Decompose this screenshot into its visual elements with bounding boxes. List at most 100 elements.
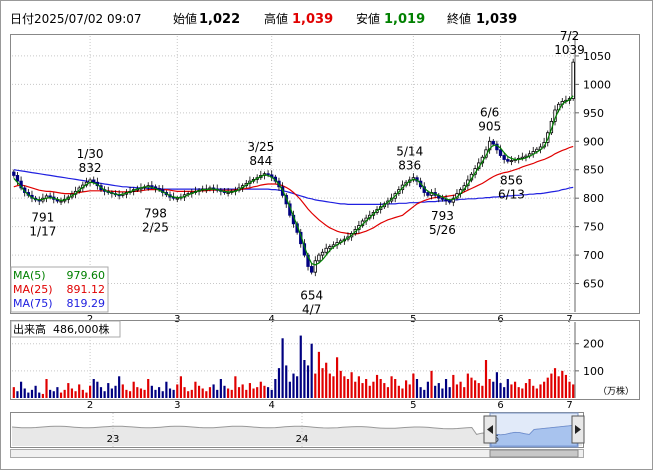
volume-bar-up bbox=[176, 384, 179, 398]
volume-bar-up bbox=[390, 376, 393, 398]
volume-bar-up bbox=[470, 377, 473, 398]
volume-bar-up bbox=[561, 370, 564, 398]
volume-x-tick-label: 2 bbox=[87, 400, 93, 411]
annotation-date: 5/14 bbox=[396, 145, 423, 159]
volume-bar-up bbox=[408, 384, 411, 398]
candle-down bbox=[15, 175, 20, 182]
candle-up bbox=[320, 251, 325, 256]
ma5-value: 979.60 bbox=[67, 269, 106, 282]
volume-y-tick-label: 200 bbox=[583, 338, 604, 351]
volume-bar-up bbox=[328, 373, 331, 398]
volume-bar-up bbox=[63, 389, 66, 398]
volume-bar-down bbox=[274, 379, 277, 398]
volume-bar-up bbox=[237, 387, 241, 398]
volume-bar-up bbox=[365, 379, 368, 398]
volume-bar-up bbox=[132, 381, 135, 398]
volume-bar-down bbox=[212, 384, 215, 398]
candle-down bbox=[48, 195, 52, 198]
header-close-label: 終値 bbox=[447, 11, 471, 26]
volume-bar-up bbox=[121, 384, 124, 398]
annotation-value: 836 bbox=[398, 159, 421, 173]
price-y-tick-label: 850 bbox=[583, 164, 604, 177]
price-x-tick-label: 6 bbox=[497, 314, 503, 325]
volume-bar-up bbox=[564, 374, 568, 398]
volume-x-tick-label: 5 bbox=[410, 400, 416, 411]
volume-bar-down bbox=[277, 368, 281, 398]
price-x-tick-label: 5 bbox=[410, 314, 416, 325]
volume-bar-up bbox=[201, 388, 204, 398]
volume-bar-up bbox=[321, 368, 324, 398]
volume-bar-up bbox=[245, 389, 248, 398]
volume-bar-down bbox=[434, 385, 437, 398]
volume-bar-down bbox=[216, 389, 219, 398]
chart-svg: 日付 2025/07/02 09:07 始値 1,022 高値 1,039 安値… bbox=[0, 0, 653, 470]
volume-bar-down bbox=[23, 388, 26, 398]
header-high-label: 高値 bbox=[264, 11, 288, 26]
volume-bar-up bbox=[550, 373, 553, 398]
navigator-scrollbar[interactable] bbox=[10, 449, 584, 458]
candle-down bbox=[12, 171, 16, 176]
volume-bar-up bbox=[125, 389, 128, 398]
volume-bar-up bbox=[368, 385, 371, 398]
volume-bar-down bbox=[19, 381, 23, 398]
volume-bar-up bbox=[463, 387, 466, 398]
candle-down bbox=[448, 200, 452, 203]
volume-bar-up bbox=[484, 360, 488, 398]
price-y-tick-label: 1000 bbox=[583, 78, 611, 91]
volume-bar-up bbox=[354, 381, 357, 398]
ma75-value: 819.29 bbox=[67, 297, 106, 310]
volume-bar-down bbox=[281, 338, 284, 398]
volume-bar-up bbox=[205, 391, 208, 398]
volume-bar-up bbox=[346, 379, 350, 398]
volume-bar-up bbox=[263, 385, 266, 398]
volume-bar-up bbox=[325, 362, 328, 398]
header-date-label: 日付 bbox=[10, 12, 34, 26]
header-open-label: 始値 bbox=[173, 11, 197, 26]
volume-bar-up bbox=[85, 392, 88, 398]
stock-chart-widget: 日付 2025/07/02 09:07 始値 1,022 高値 1,039 安値… bbox=[0, 0, 653, 470]
volume-bar-up bbox=[455, 384, 459, 398]
candle-up bbox=[313, 260, 317, 273]
volume-bar-up bbox=[350, 372, 353, 398]
volume-bar-down bbox=[27, 392, 30, 398]
volume-bar-down bbox=[495, 372, 498, 398]
navigator-left-handle[interactable] bbox=[483, 415, 497, 444]
annotation-value: 844 bbox=[249, 154, 272, 168]
navigator-selection[interactable] bbox=[489, 412, 579, 448]
price-x-tick-label: 3 bbox=[174, 314, 180, 325]
volume-bar-down bbox=[30, 389, 34, 398]
candle-up bbox=[324, 247, 328, 253]
volume-x-tick-label: 6 bbox=[497, 400, 503, 411]
volume-bar-down bbox=[38, 392, 41, 398]
volume-bar-up bbox=[67, 383, 70, 398]
volume-y-tick-label: 100 bbox=[583, 365, 604, 378]
volume-bar-down bbox=[444, 379, 448, 398]
volume-bar-down bbox=[299, 335, 302, 398]
annotation-date: 7/2 bbox=[560, 29, 579, 43]
volume-bar-down bbox=[266, 387, 270, 398]
candle-down bbox=[491, 140, 495, 145]
volume-bar-up bbox=[521, 388, 524, 398]
price-x-tick-label: 4 bbox=[269, 314, 275, 325]
candle-up bbox=[317, 254, 321, 262]
annotation-value: 905 bbox=[478, 119, 501, 133]
candle-down bbox=[426, 192, 430, 196]
annotation-value: 791 bbox=[31, 210, 54, 224]
annotation-value: 832 bbox=[79, 161, 102, 175]
volume-bar-up bbox=[234, 376, 237, 398]
candle-down bbox=[309, 266, 314, 273]
header-low-value: 1,019 bbox=[384, 12, 425, 27]
volume-bar-up bbox=[256, 387, 259, 398]
volume-bar-up bbox=[143, 389, 146, 398]
candle-up bbox=[226, 192, 230, 194]
header-close-value: 1,039 bbox=[476, 12, 517, 27]
navigator-right-handle[interactable] bbox=[571, 415, 585, 444]
volume-bar-up bbox=[488, 379, 491, 398]
volume-bar-up bbox=[401, 388, 404, 398]
annotation-date: 5/26 bbox=[429, 223, 456, 237]
volume-bar-up bbox=[557, 376, 560, 398]
volume-bar-down bbox=[99, 387, 103, 398]
volume-bar-up bbox=[466, 373, 469, 398]
volume-bar-up bbox=[248, 383, 252, 398]
volume-bar-down bbox=[292, 373, 295, 398]
